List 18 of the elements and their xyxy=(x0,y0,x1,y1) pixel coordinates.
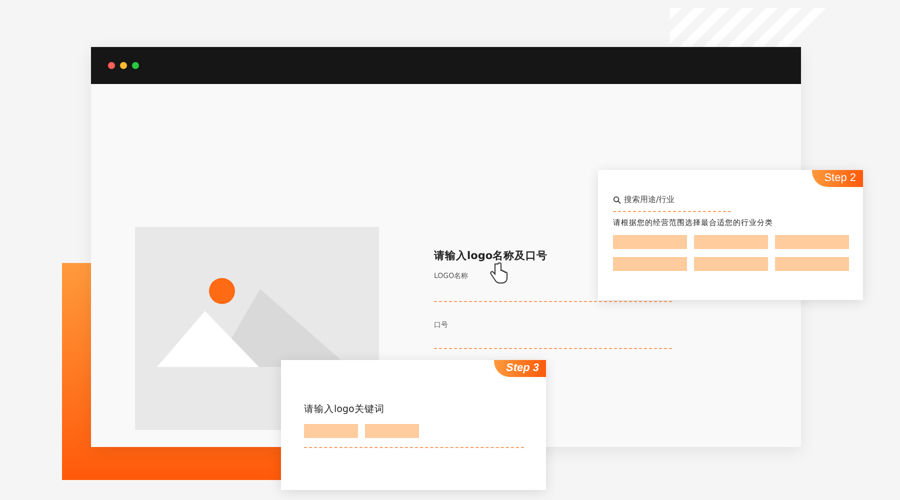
step-badge: Step 2 xyxy=(812,170,863,187)
keyword-chip xyxy=(304,424,358,438)
category-option[interactable] xyxy=(775,235,849,249)
minimize-dot[interactable] xyxy=(120,62,127,69)
search-field[interactable]: 搜索用途/行业 xyxy=(613,194,849,205)
keyword-chip xyxy=(365,424,419,438)
category-option[interactable] xyxy=(613,235,687,249)
hint-text: 请输入logo关键词 xyxy=(304,403,386,416)
category-option[interactable] xyxy=(613,257,687,271)
close-dot[interactable] xyxy=(108,62,115,69)
form-title: 请输入logo名称及口号 xyxy=(434,249,549,263)
maximize-dot[interactable] xyxy=(132,62,139,69)
step-badge: Step 3 xyxy=(494,360,546,377)
category-option[interactable] xyxy=(694,235,768,249)
hand-cursor-icon xyxy=(490,262,508,284)
search-icon xyxy=(613,196,621,204)
category-option[interactable] xyxy=(775,257,849,271)
category-option[interactable] xyxy=(694,257,768,271)
